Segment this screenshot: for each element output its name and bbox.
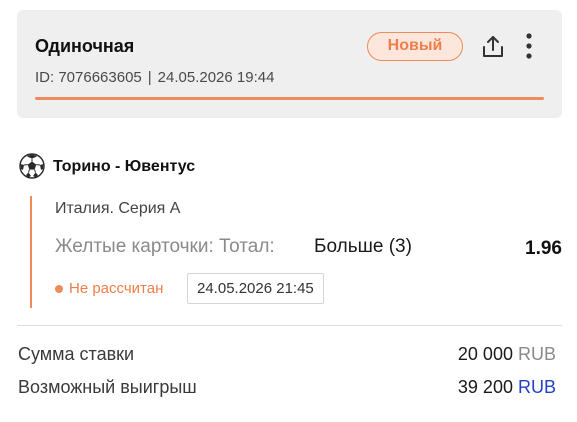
- league-name: Италия. Серия А: [55, 200, 181, 217]
- bet-id: ID: 7076663605: [35, 69, 142, 86]
- status-badge: Новый: [367, 32, 463, 61]
- market-name: Желтые карточки: Тотал:: [55, 236, 275, 257]
- bet-type-title: Одиночная: [35, 36, 135, 56]
- section-divider: [17, 325, 562, 326]
- payout-amount: 39 200: [457, 377, 513, 397]
- event-start-time: 24.05.2026 21:45: [187, 273, 324, 304]
- soccer-ball-icon: [19, 153, 45, 179]
- odds-value: 1.96: [525, 238, 562, 259]
- share-icon: [483, 36, 503, 57]
- selection-block: Италия. Серия А Желтые карточки: Тотал: …: [30, 196, 562, 308]
- vertical-dots-icon: [526, 33, 532, 59]
- header-accent-line: [35, 97, 544, 100]
- stake-amount: 20 000: [457, 344, 513, 364]
- payout-currency[interactable]: RUB: [518, 377, 556, 397]
- payout-label: Возможный выигрыш: [18, 377, 197, 397]
- stake-currency: RUB: [517, 344, 556, 364]
- bet-placed-time: 24.05.2026 19:44: [157, 69, 275, 86]
- stake-row: Сумма ставки 20 000 RUB: [18, 344, 556, 370]
- bet-meta: ID: 7076663605 | 24.05.2026 19:44: [35, 69, 274, 86]
- stake-label: Сумма ставки: [18, 344, 135, 364]
- meta-separator: |: [147, 69, 152, 86]
- bet-header-card: Одиночная Новый ID: 7076663605 | 24.05.202…: [17, 10, 562, 118]
- stake-value: 20 000 RUB: [458, 344, 556, 365]
- share-button[interactable]: [480, 34, 506, 60]
- status-dot-icon: [55, 285, 63, 293]
- event-title: Торино - Ювентус: [53, 158, 196, 175]
- settlement-status: Не рассчитан: [69, 280, 164, 297]
- more-options-button[interactable]: [517, 32, 541, 62]
- payout-row: Возможный выигрыш 39 200 RUB: [18, 377, 556, 403]
- payout-value: 39 200 RUB: [458, 377, 556, 398]
- outcome-name: Больше (3): [314, 236, 412, 257]
